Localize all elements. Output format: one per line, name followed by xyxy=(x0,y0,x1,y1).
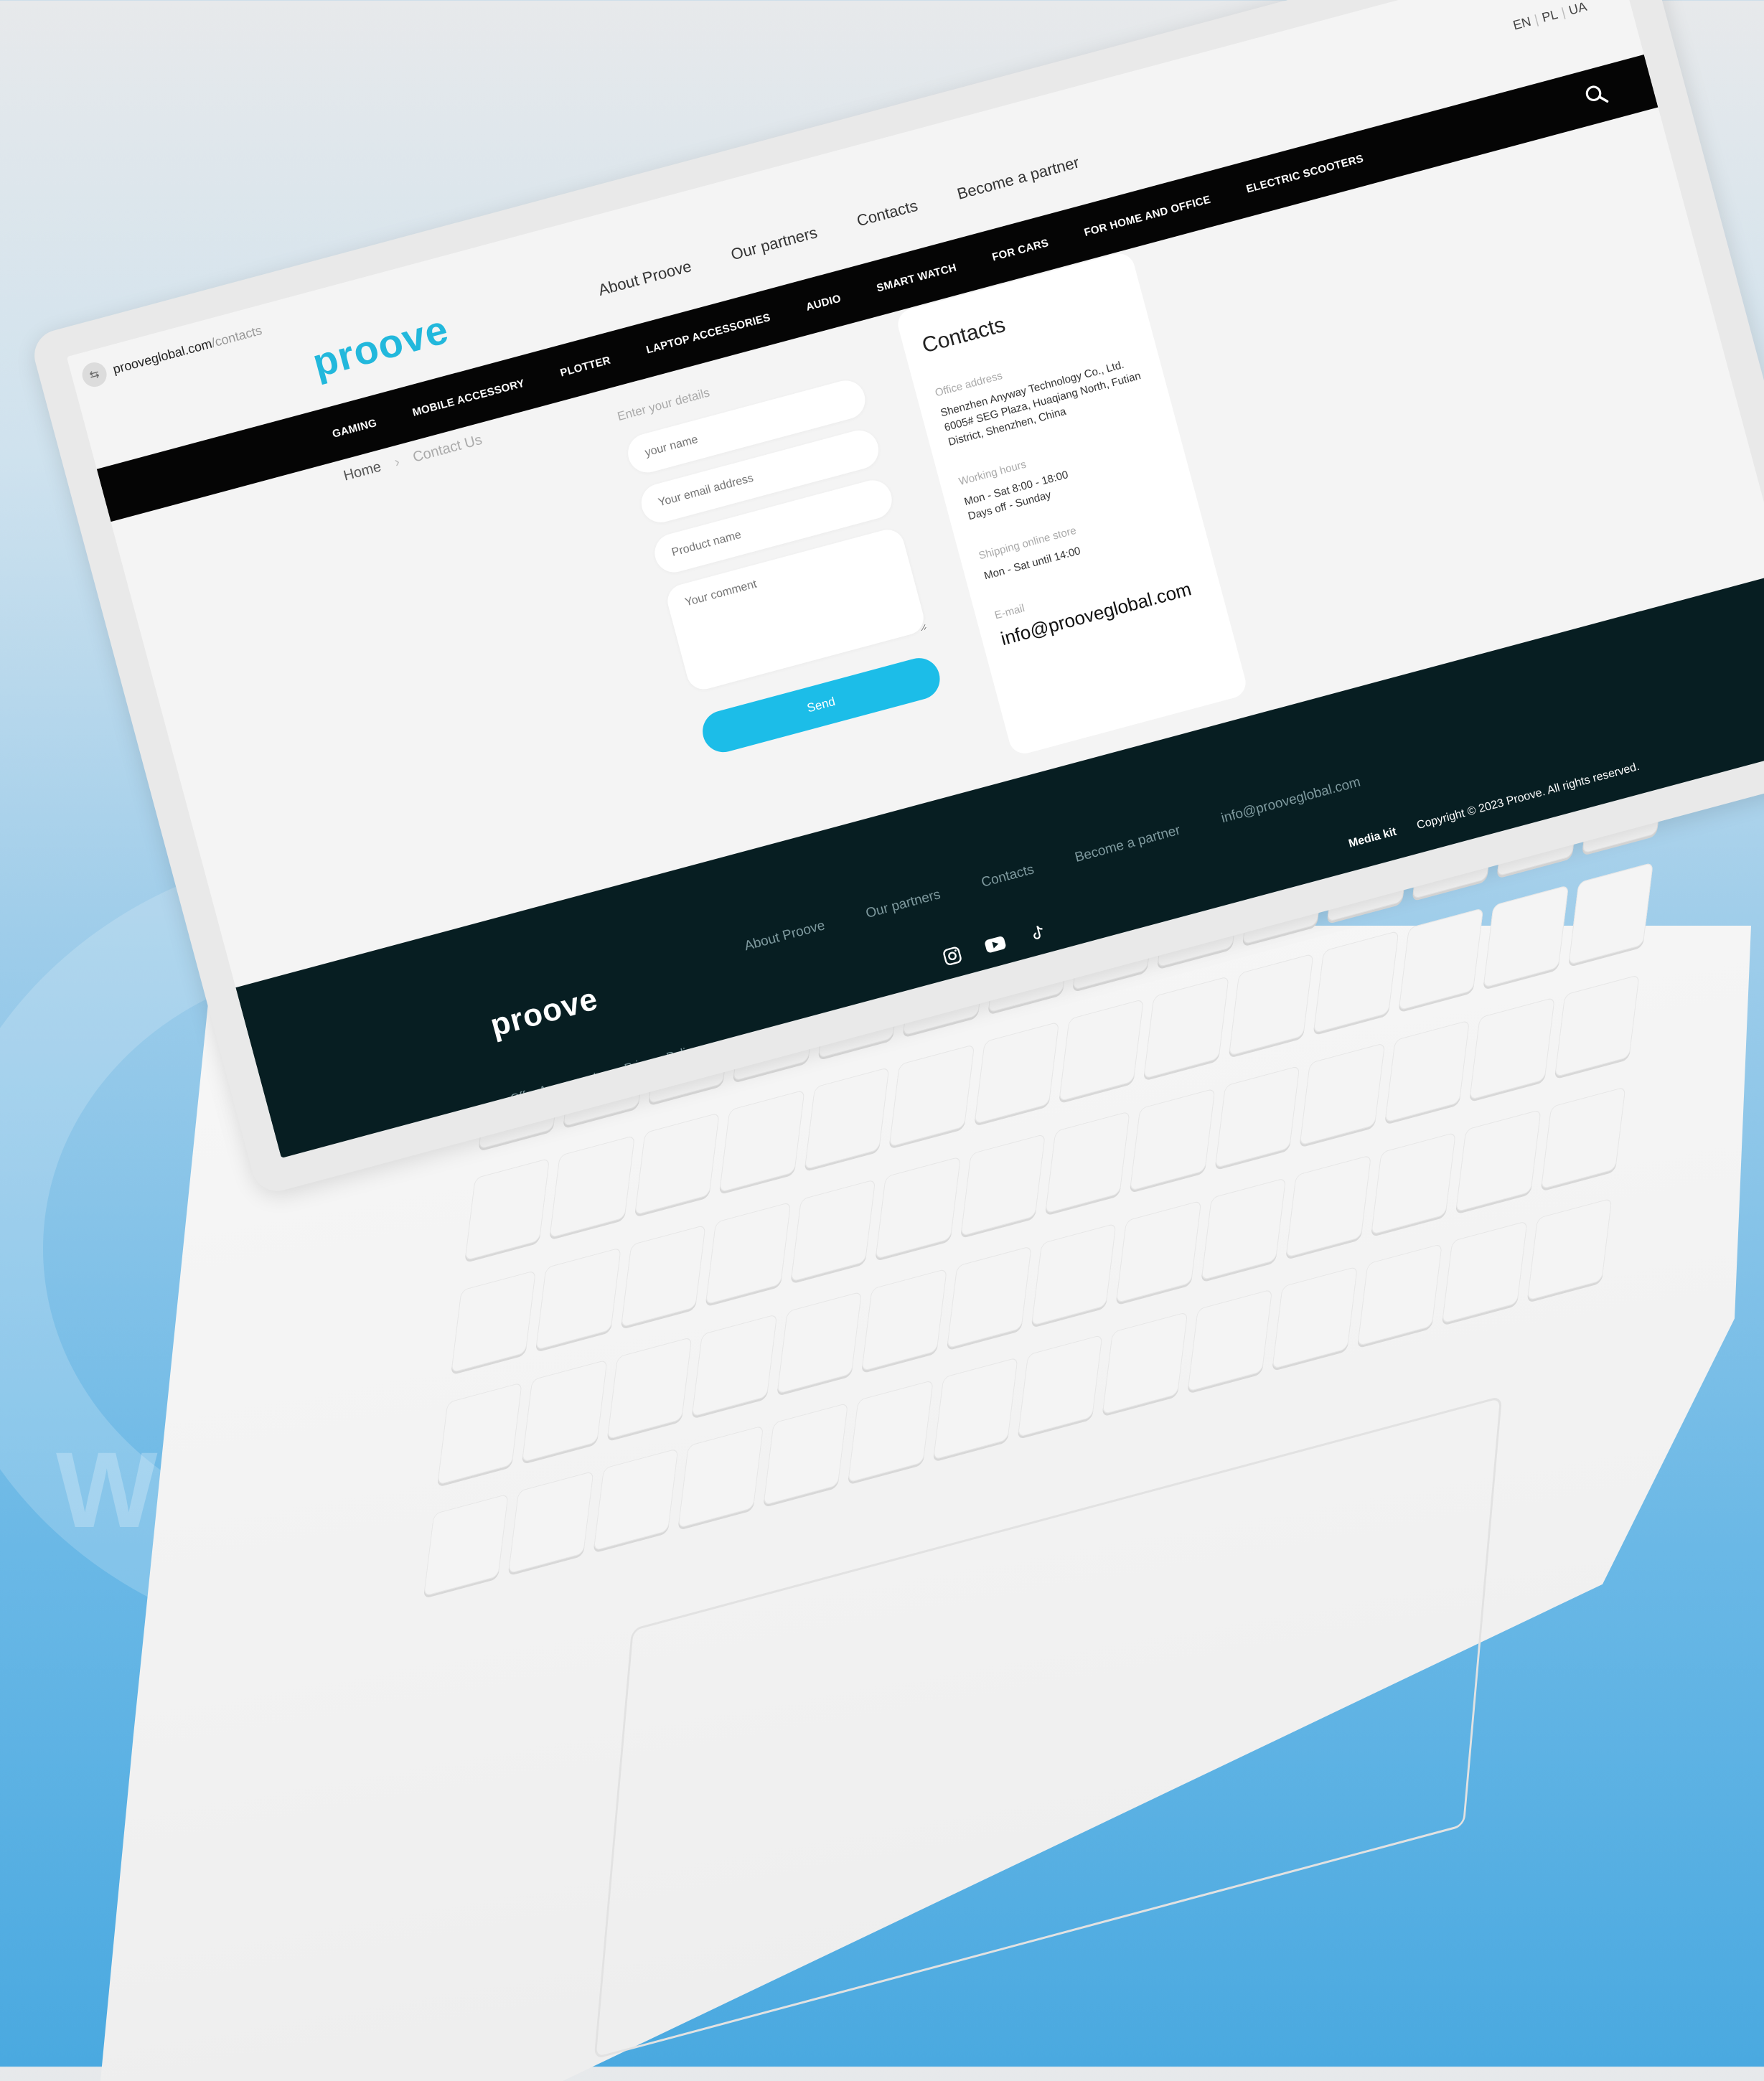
nav-about[interactable]: About Proove xyxy=(596,257,693,300)
key xyxy=(861,1268,947,1371)
key xyxy=(423,1493,509,1597)
key xyxy=(763,1402,849,1506)
category-electric-scooters[interactable]: ELECTRIC SCOOTERS xyxy=(1245,152,1365,195)
tiktok-icon[interactable] xyxy=(1024,919,1052,947)
key xyxy=(875,1156,961,1259)
key xyxy=(1540,1086,1626,1190)
category-audio[interactable]: AUDIO xyxy=(804,292,843,313)
media-kit-link[interactable]: Media kit xyxy=(1347,826,1398,851)
key xyxy=(1017,1334,1103,1438)
key xyxy=(1371,1132,1456,1235)
key xyxy=(620,1224,706,1328)
footer-about[interactable]: About Proove xyxy=(743,918,827,954)
key xyxy=(790,1178,876,1282)
contact-form: Enter your details Send xyxy=(616,347,945,757)
social-links xyxy=(938,919,1052,970)
key xyxy=(946,1245,1032,1349)
language-switcher: EN|PL|UA xyxy=(1511,0,1589,33)
key xyxy=(1442,1221,1528,1325)
key xyxy=(1285,1154,1371,1258)
lang-en[interactable]: EN xyxy=(1511,14,1532,33)
footer-partners[interactable]: Our partners xyxy=(864,887,942,922)
chevron-right-icon: › xyxy=(393,454,402,471)
youtube-icon[interactable] xyxy=(981,931,1009,959)
key xyxy=(593,1448,679,1551)
key xyxy=(974,1021,1059,1125)
footer-meta: Media kit Copyright © 2023 Proove. All r… xyxy=(1347,761,1641,851)
key xyxy=(1214,1065,1300,1169)
category-gaming[interactable]: GAMING xyxy=(331,416,378,440)
contacts-card: Contacts Office address Shenzhen Anyway … xyxy=(894,250,1249,757)
breadcrumb-home[interactable]: Home xyxy=(342,459,383,485)
copyright-text: Copyright © 2023 Proove. All rights rese… xyxy=(1415,760,1641,832)
key xyxy=(451,1269,537,1373)
key xyxy=(1384,1020,1470,1123)
key xyxy=(804,1067,890,1170)
key xyxy=(719,1089,805,1193)
key xyxy=(1398,908,1484,1011)
category-for-cars[interactable]: FOR CARS xyxy=(991,237,1050,263)
key xyxy=(932,1357,1018,1461)
footer-become-partner[interactable]: Become a partner xyxy=(1074,823,1183,866)
key xyxy=(1116,1200,1202,1303)
lang-pl[interactable]: PL xyxy=(1540,7,1559,25)
key xyxy=(1469,997,1555,1101)
footer-email[interactable]: info@prooveglobal.com xyxy=(1219,774,1362,827)
category-mobile-accessory[interactable]: MOBILE ACCESSORY xyxy=(411,377,526,418)
nav-become-partner[interactable]: Become a partner xyxy=(955,153,1082,203)
key xyxy=(1526,1198,1613,1302)
key xyxy=(1567,862,1653,966)
site-logo[interactable]: proove xyxy=(308,306,454,387)
key xyxy=(1045,1110,1131,1214)
key xyxy=(1455,1109,1542,1213)
key xyxy=(1201,1177,1287,1281)
key xyxy=(888,1044,975,1148)
key xyxy=(508,1470,594,1574)
nav-partners[interactable]: Our partners xyxy=(729,223,820,264)
key xyxy=(1272,1266,1358,1370)
key xyxy=(1356,1244,1442,1347)
key xyxy=(437,1381,523,1485)
footer-contacts[interactable]: Contacts xyxy=(980,862,1036,891)
category-laptop-accessories[interactable]: LAPTOP ACCESSORIES xyxy=(645,311,772,356)
key xyxy=(960,1133,1046,1237)
key xyxy=(1554,974,1640,1078)
offer-agreement-link[interactable]: Offer Agreement xyxy=(509,1069,599,1107)
search-icon[interactable] xyxy=(1581,80,1612,113)
key xyxy=(1313,930,1399,1034)
key xyxy=(1059,998,1145,1102)
key xyxy=(1102,1312,1188,1415)
key xyxy=(522,1358,608,1462)
key xyxy=(1031,1222,1117,1326)
key xyxy=(1187,1289,1273,1393)
category-plotter[interactable]: PLOTTER xyxy=(559,354,612,379)
key xyxy=(549,1135,635,1239)
key xyxy=(464,1157,550,1262)
key xyxy=(1143,976,1229,1079)
category-smart-watch[interactable]: SMART WATCH xyxy=(876,261,958,294)
key xyxy=(634,1112,720,1216)
instagram-icon[interactable] xyxy=(938,942,966,970)
key xyxy=(1228,953,1314,1057)
key xyxy=(777,1290,863,1394)
nav-contacts[interactable]: Contacts xyxy=(855,197,920,231)
lang-ua[interactable]: UA xyxy=(1567,0,1588,18)
privacy-policy-link[interactable]: Privacy Policy xyxy=(623,1043,700,1076)
key xyxy=(677,1425,764,1529)
key xyxy=(848,1380,934,1483)
category-home-office[interactable]: FOR HOME AND OFFICE xyxy=(1083,193,1212,238)
key xyxy=(1299,1042,1385,1146)
key xyxy=(1483,885,1569,989)
key xyxy=(606,1336,693,1439)
key xyxy=(691,1313,777,1417)
key xyxy=(1130,1088,1216,1191)
key xyxy=(535,1247,621,1350)
footer-logo[interactable]: proove xyxy=(487,981,601,1044)
site-settings-icon[interactable]: ⇆ xyxy=(79,360,110,390)
key xyxy=(705,1201,792,1305)
